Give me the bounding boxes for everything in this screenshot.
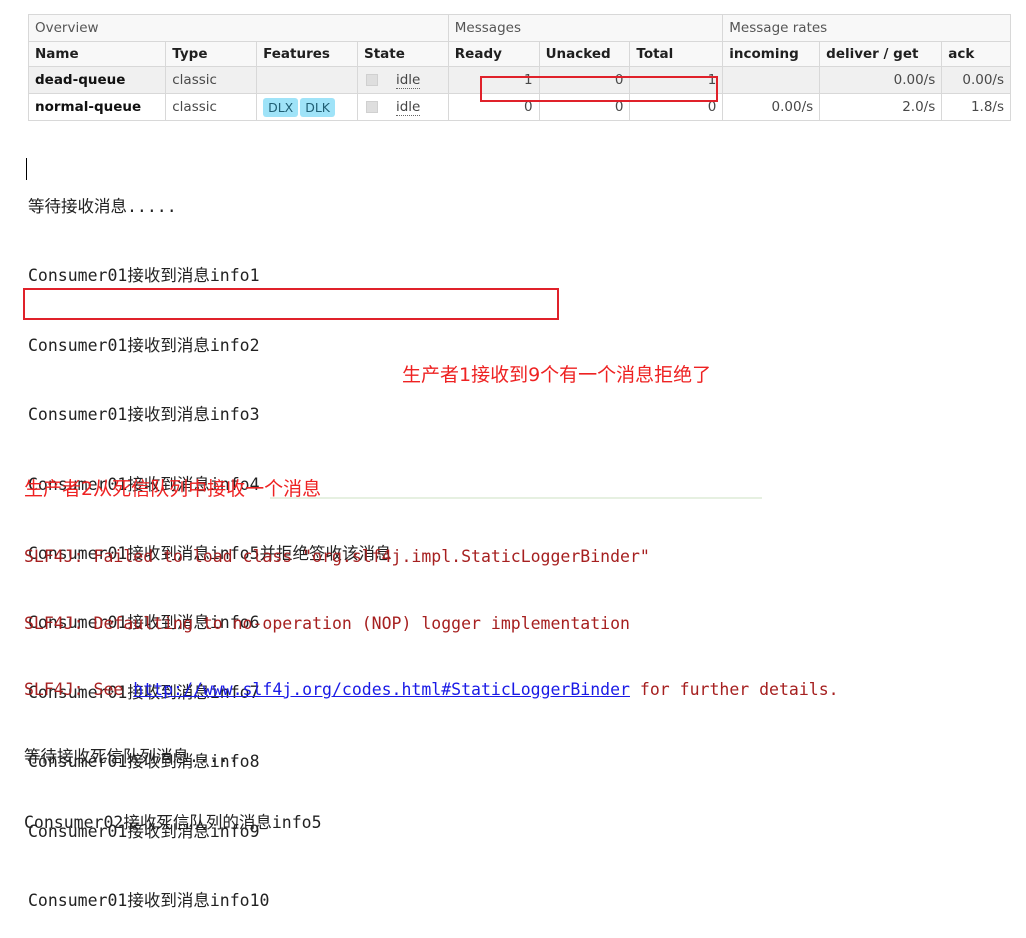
col-incoming[interactable]: incoming	[722, 41, 821, 67]
feature-tag-dlx: DLX	[263, 97, 299, 117]
col-ack[interactable]: ack	[941, 41, 1011, 67]
messages-highlight-box	[480, 76, 718, 102]
console-line: 等待接收消息.....	[28, 197, 177, 216]
incoming-rate	[722, 66, 821, 94]
state-indicator-icon	[365, 74, 378, 86]
col-deliver-get[interactable]: deliver / get	[819, 41, 943, 67]
console-line: Consumer01接收到消息info3	[28, 405, 260, 425]
annotation-producer1: 生产者1接收到9个有一个消息拒绝了	[402, 364, 712, 386]
ack-rate: 1.8/s	[941, 93, 1011, 121]
col-name[interactable]: Name	[27, 41, 167, 67]
state-indicator-icon	[365, 101, 378, 113]
incoming-rate: 0.00/s	[722, 93, 821, 121]
console-line: Consumer01接收到消息info2	[28, 335, 260, 355]
queue-type: classic	[165, 66, 258, 94]
feature-tag-dlk: DLK	[300, 97, 336, 117]
deliver-get-rate: 0.00/s	[819, 66, 943, 94]
slf4j-docs-link[interactable]: http://www.slf4j.org/codes.html#StaticLo…	[133, 680, 630, 699]
col-type[interactable]: Type	[165, 41, 258, 67]
queue-state: idle	[356, 93, 449, 121]
messages-header: Messages	[447, 14, 724, 42]
divider	[270, 497, 762, 499]
queue-type: classic	[165, 93, 258, 121]
rejected-line-highlight-box	[23, 288, 559, 320]
queues-table: Overview Messages Message rates Name Typ…	[27, 14, 1011, 121]
console-line: Consumer01接收到消息info10	[28, 890, 270, 910]
queue-name-link[interactable]: dead-queue	[27, 66, 167, 94]
deliver-get-rate: 2.0/s	[819, 93, 943, 121]
col-state[interactable]: State	[356, 41, 449, 67]
state-label: idle	[395, 99, 421, 116]
queue-features	[256, 66, 358, 94]
console-error-line: SLF4J: Failed to load class "org.slf4j.i…	[24, 547, 650, 566]
queue-state: idle	[356, 66, 449, 94]
col-ready[interactable]: Ready	[447, 41, 540, 67]
message-rates-header: Message rates	[722, 14, 1011, 42]
console-text: for further details.	[629, 680, 839, 699]
console-error-line: SLF4J: Defaulting to no-operation (NOP) …	[24, 613, 630, 633]
col-unacked[interactable]: Unacked	[538, 41, 631, 67]
state-label: idle	[395, 72, 421, 89]
col-features[interactable]: Features	[256, 41, 358, 67]
console-line: 等待接收死信队列消息.....	[24, 746, 239, 766]
queue-name-link[interactable]: normal-queue	[27, 93, 167, 121]
console-line: Consumer02接收死信队列的消息info5	[24, 813, 322, 832]
console-text: SLF4J: See	[24, 680, 134, 699]
console-error-line: SLF4J: See http://www.slf4j.org/codes.ht…	[24, 679, 839, 704]
ack-rate: 0.00/s	[941, 66, 1011, 94]
consumer02-console: SLF4J: Failed to load class "org.slf4j.i…	[24, 504, 839, 858]
text-cursor	[26, 158, 27, 180]
queue-features: DLX DLK	[256, 93, 358, 121]
col-total[interactable]: Total	[629, 41, 724, 67]
overview-header: Overview	[28, 14, 449, 42]
